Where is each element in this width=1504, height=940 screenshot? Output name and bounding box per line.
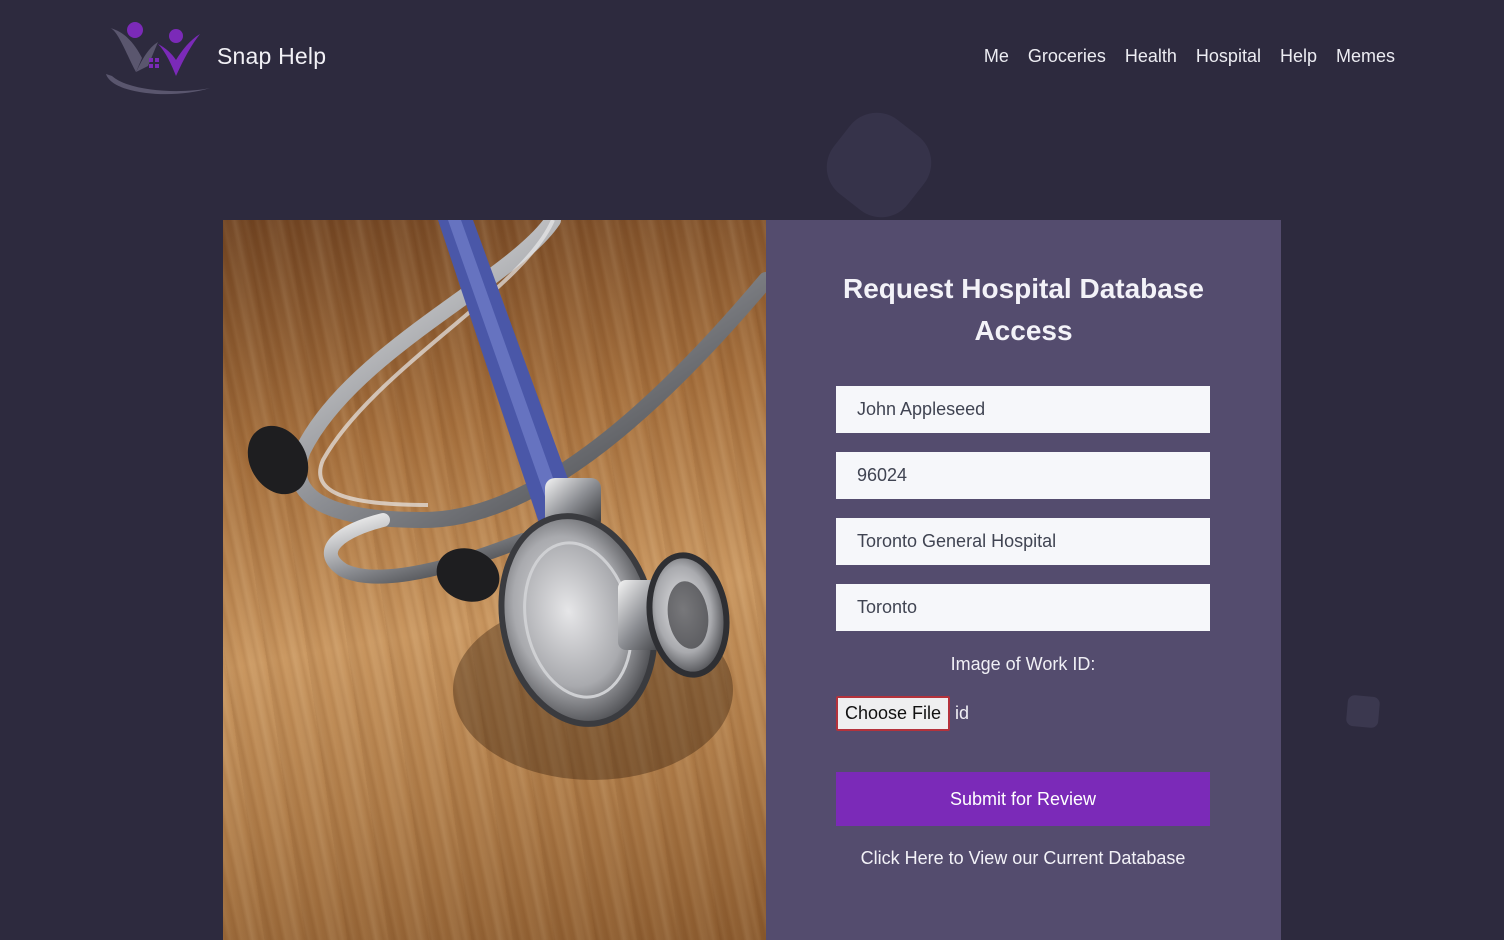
name-input[interactable] bbox=[836, 386, 1210, 433]
people-house-logo-icon bbox=[106, 22, 210, 95]
submit-for-review-button[interactable]: Submit for Review bbox=[836, 772, 1210, 826]
form: Image of Work ID: Choose File id Submit … bbox=[223, 220, 1281, 940]
main-nav: Me Groceries Health Hospital Help Memes bbox=[984, 46, 1395, 67]
background-decoration-shape bbox=[813, 99, 945, 231]
brand[interactable]: Snap Help bbox=[102, 18, 326, 98]
nav-link-me[interactable]: Me bbox=[984, 46, 1009, 67]
city-input[interactable] bbox=[836, 584, 1210, 631]
nav-link-memes[interactable]: Memes bbox=[1336, 46, 1395, 67]
nav-link-groceries[interactable]: Groceries bbox=[1028, 46, 1106, 67]
background-decoration-shape bbox=[1345, 694, 1381, 729]
choose-file-button[interactable]: Choose File bbox=[836, 696, 950, 731]
nav-link-help[interactable]: Help bbox=[1280, 46, 1317, 67]
hospital-input[interactable] bbox=[836, 518, 1210, 565]
work-id-upload-label: Image of Work ID: bbox=[950, 654, 1096, 674]
page: Snap Help Me Groceries Health Hospital H… bbox=[0, 0, 1504, 940]
nav-link-health[interactable]: Health bbox=[1125, 46, 1177, 67]
file-upload-row: Choose File id bbox=[836, 696, 969, 731]
view-database-link[interactable]: Click Here to View our Current Database bbox=[836, 848, 1210, 869]
selected-file-name: id bbox=[955, 703, 970, 723]
site-header: Snap Help Me Groceries Health Hospital H… bbox=[0, 0, 1504, 116]
employee-id-input[interactable] bbox=[836, 452, 1210, 499]
brand-name: Snap Help bbox=[217, 42, 327, 69]
nav-link-hospital[interactable]: Hospital bbox=[1196, 46, 1261, 67]
